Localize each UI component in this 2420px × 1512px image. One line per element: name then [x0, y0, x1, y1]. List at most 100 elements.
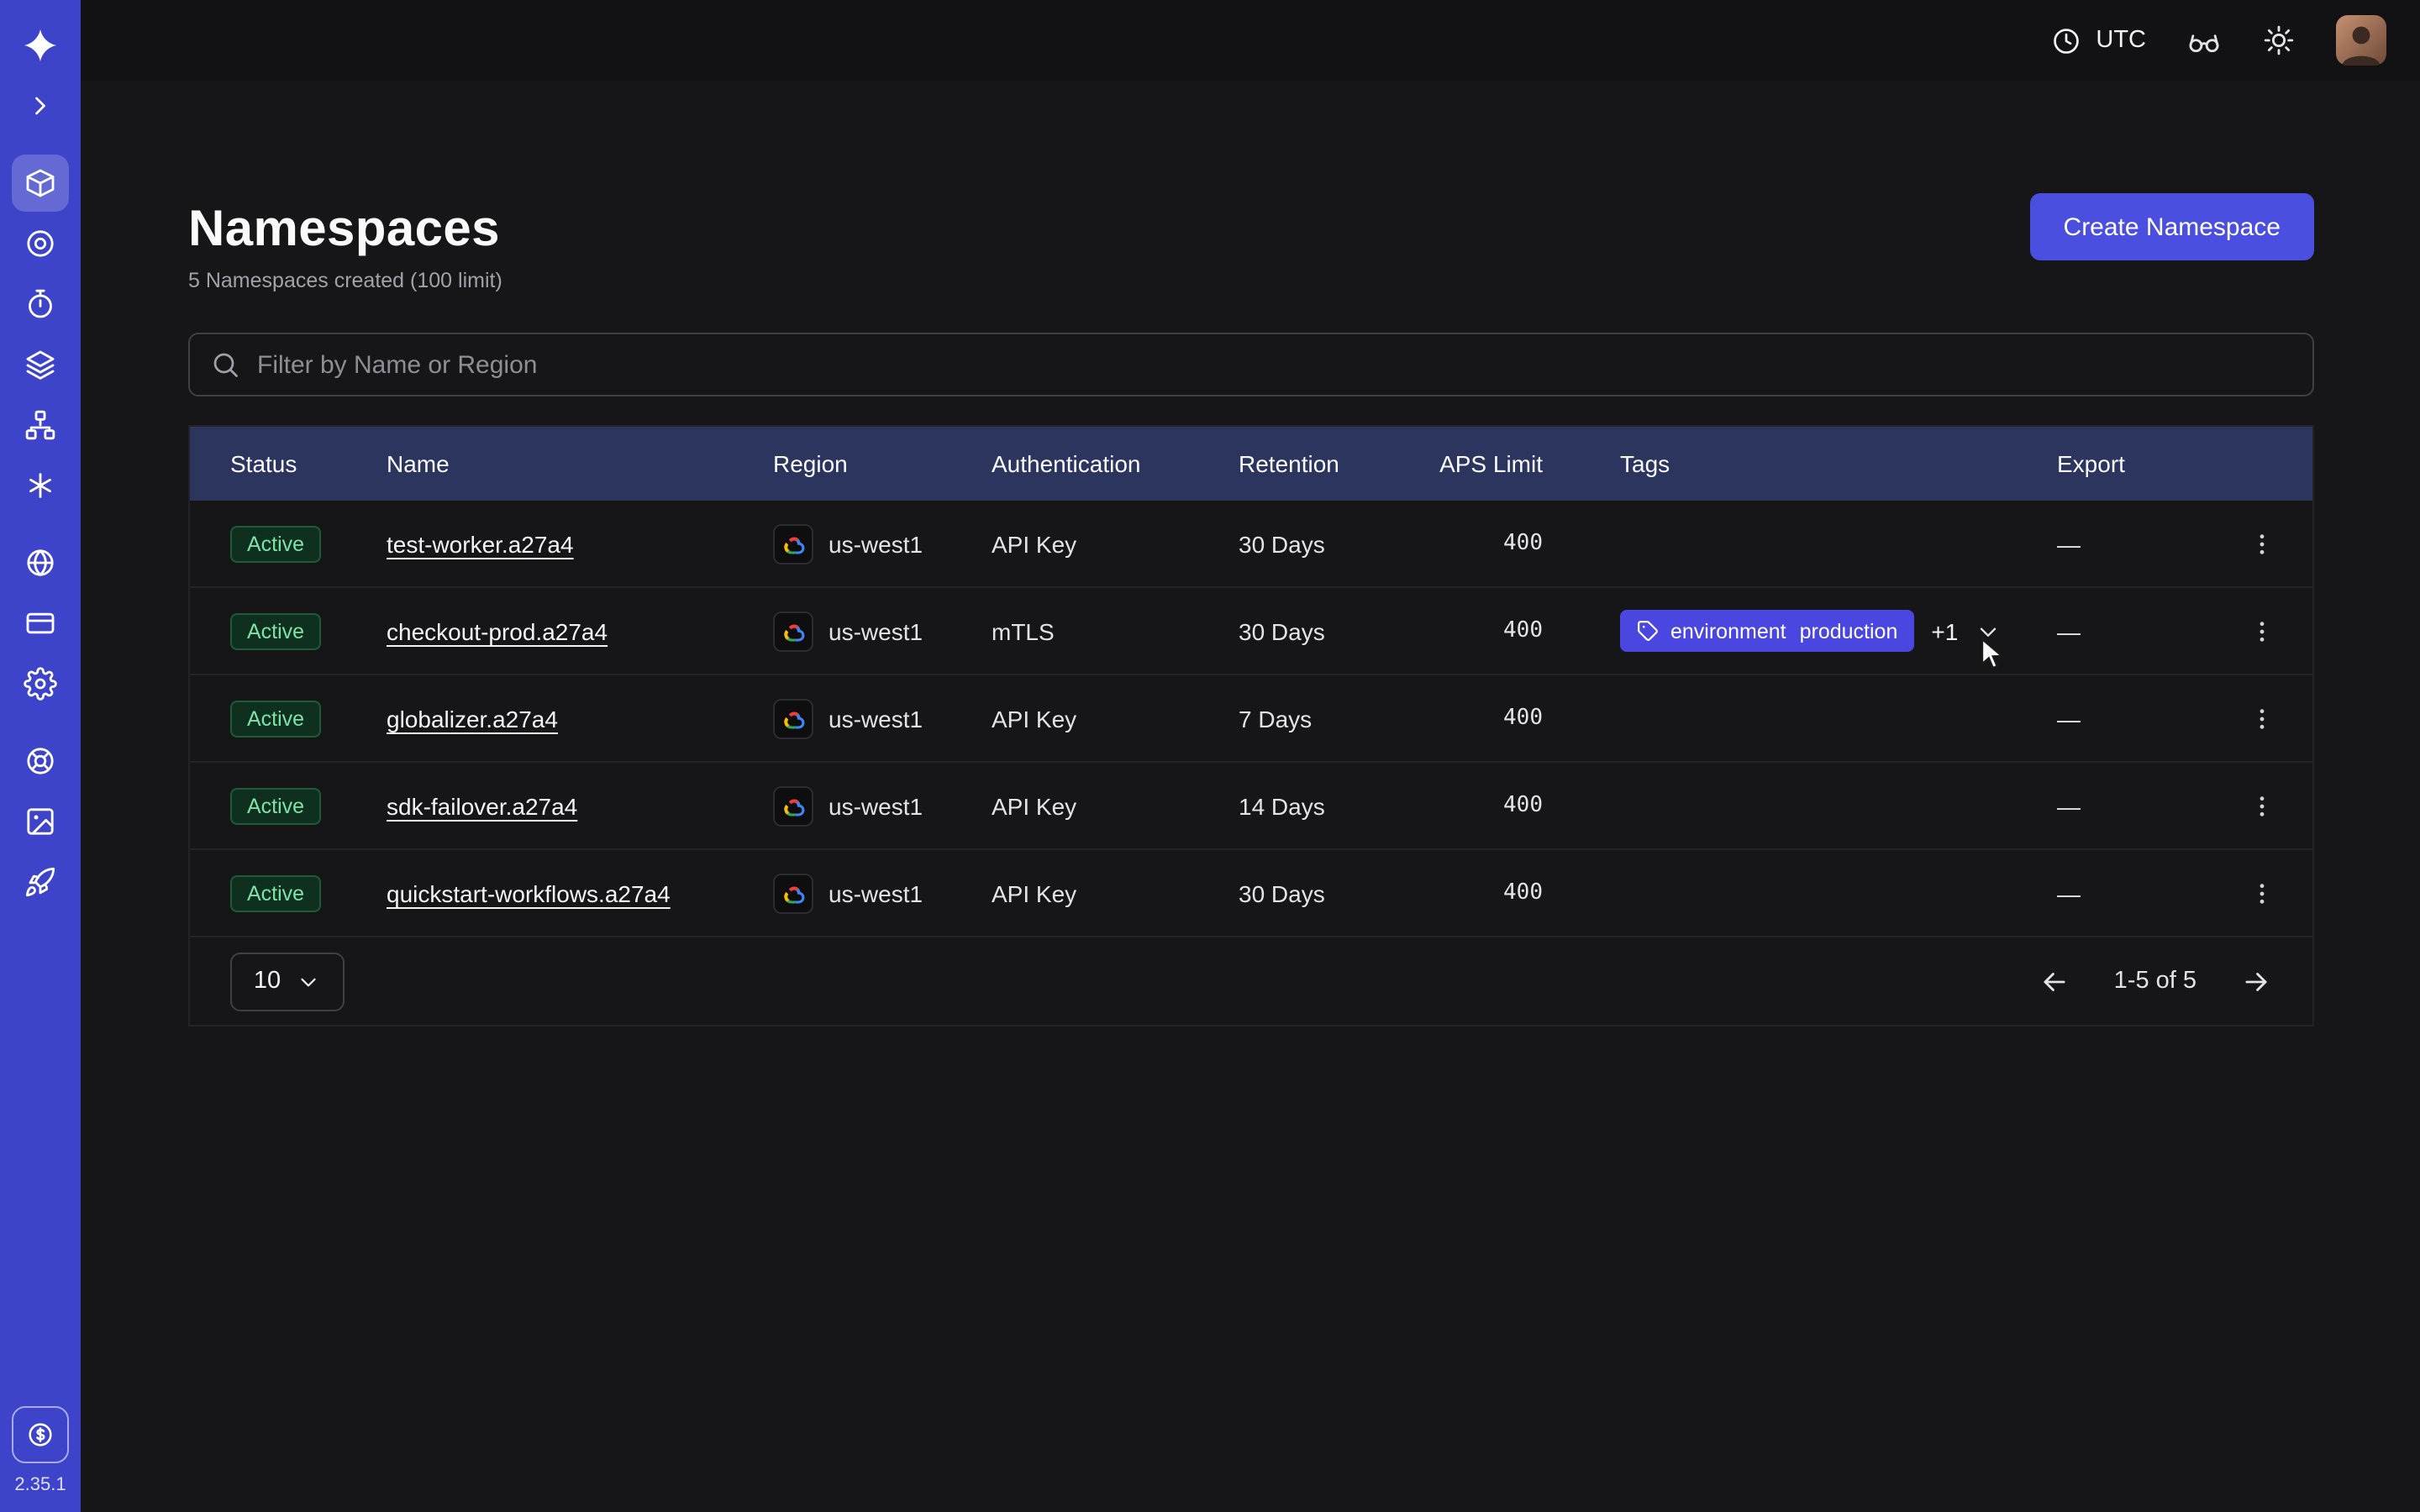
search-icon [210, 349, 240, 380]
topbar: UTC [81, 0, 2420, 81]
table-row: Active test-worker.a27a4 us-west1 API Ke… [190, 501, 2312, 588]
namespace-link[interactable]: quickstart-workflows.a27a4 [387, 879, 671, 906]
next-page-button[interactable] [2240, 965, 2272, 997]
app-window: 2.35.1 UTC Namespaces 5 Namespaces creat… [0, 0, 2420, 1512]
sidebar-item-getting-started[interactable] [12, 853, 69, 911]
temporal-logo-icon[interactable] [12, 17, 69, 74]
image-icon [24, 805, 57, 838]
timezone-label: UTC [2096, 27, 2146, 54]
export-value: — [2057, 705, 2208, 732]
column-header-name: Name [387, 450, 773, 477]
row-menu-button[interactable] [2208, 792, 2314, 819]
retention-label: 7 Days [1239, 705, 1407, 732]
sidebar-item-billing[interactable] [12, 595, 69, 652]
tag-icon [1637, 620, 1659, 642]
page-size-select[interactable]: 10 [230, 952, 345, 1011]
asterisk-icon [24, 469, 57, 502]
aps-limit-value: 400 [1407, 880, 1620, 906]
app-version: 2.35.1 [14, 1475, 66, 1495]
table-header-row: Status Name Region Authentication Retent… [190, 427, 2312, 501]
rocket-icon [24, 865, 57, 899]
sidebar-item-support[interactable] [12, 732, 69, 790]
page-subtitle: 5 Namespaces created (100 limit) [188, 269, 2314, 292]
row-menu-button[interactable] [2208, 705, 2314, 732]
sidebar-item-stacks[interactable] [12, 336, 69, 393]
row-menu-button[interactable] [2208, 879, 2314, 906]
tags-expand-button[interactable] [1975, 617, 2002, 644]
export-value: — [2057, 530, 2208, 557]
sidebar-item-settings[interactable] [12, 655, 69, 712]
gcp-region-icon [773, 873, 813, 913]
namespace-link[interactable]: sdk-failover.a27a4 [387, 792, 577, 819]
region-label: us-west1 [829, 705, 923, 732]
glasses-icon [2186, 23, 2222, 58]
status-badge: Active [230, 874, 321, 911]
sidebar-item-monitor[interactable] [12, 215, 69, 272]
retention-label: 30 Days [1239, 617, 1407, 644]
export-value: — [2057, 792, 2208, 819]
target-icon [24, 227, 57, 260]
sun-icon [2262, 24, 2296, 57]
sidebar-nav: 2.35.1 [0, 0, 81, 1512]
status-badge: Active [230, 700, 321, 737]
timezone-selector[interactable]: UTC [2050, 24, 2146, 56]
clock-icon [2050, 24, 2082, 56]
tag-key: environment [1670, 619, 1786, 643]
dollar-icon [25, 1420, 55, 1450]
table-row: Active globalizer.a27a4 us-west1 API Key… [190, 675, 2312, 763]
namespace-link[interactable]: checkout-prod.a27a4 [387, 617, 608, 644]
namespace-link[interactable]: test-worker.a27a4 [387, 530, 574, 557]
page-size-value: 10 [254, 968, 281, 995]
filter-input[interactable] [188, 333, 2314, 396]
page-range-label: 1-5 of 5 [2114, 968, 2196, 995]
column-header-aps-limit: APS Limit [1407, 450, 1620, 477]
column-header-status: Status [230, 450, 387, 477]
retention-label: 30 Days [1239, 530, 1407, 557]
namespace-link[interactable]: globalizer.a27a4 [387, 705, 558, 732]
sidebar-item-nexus[interactable] [12, 457, 69, 514]
sidebar-item-namespaces[interactable] [12, 155, 69, 212]
sidebar-usage-button[interactable] [12, 1406, 69, 1463]
sidebar-item-regions[interactable] [12, 534, 69, 591]
sidebar-item-workflows[interactable] [12, 396, 69, 454]
sidebar-item-schedules[interactable] [12, 276, 69, 333]
row-menu-button[interactable] [2208, 617, 2314, 644]
aps-limit-value: 400 [1407, 618, 1620, 643]
table-row: Active quickstart-workflows.a27a4 us-wes… [190, 850, 2312, 937]
credit-card-icon [24, 606, 57, 640]
user-avatar[interactable] [2336, 15, 2386, 66]
row-menu-button[interactable] [2208, 530, 2314, 557]
table-row: Active checkout-prod.a27a4 us-west1 mTLS… [190, 588, 2312, 675]
export-value: — [2057, 879, 2208, 906]
column-header-region: Region [773, 450, 992, 477]
retention-label: 30 Days [1239, 879, 1407, 906]
cube-icon [24, 166, 57, 200]
tag-chip[interactable]: environment production [1620, 610, 1914, 652]
auth-label: API Key [992, 705, 1239, 732]
timer-icon [24, 287, 57, 321]
globe-icon [24, 546, 57, 580]
table-row: Active sdk-failover.a27a4 us-west1 API K… [190, 763, 2312, 850]
main-content: Namespaces 5 Namespaces created (100 lim… [81, 81, 2420, 1512]
gcp-region-icon [773, 785, 813, 826]
page-title: Namespaces [188, 202, 2314, 259]
sidebar-item-resources[interactable] [12, 793, 69, 850]
theme-toggle-button[interactable] [2262, 24, 2296, 57]
gcp-region-icon [773, 698, 813, 738]
create-namespace-button[interactable]: Create Namespace [2030, 193, 2314, 260]
arrow-right-icon [2240, 965, 2272, 997]
auth-label: API Key [992, 530, 1239, 557]
sidebar-expand-button[interactable] [12, 77, 69, 134]
chevron-down-icon [296, 969, 321, 994]
retention-label: 14 Days [1239, 792, 1407, 819]
column-header-authentication: Authentication [992, 450, 1239, 477]
table-footer: 10 1-5 of 5 [190, 937, 2312, 1025]
auth-label: mTLS [992, 617, 1239, 644]
lifebuoy-icon [24, 744, 57, 778]
tag-value: production [1800, 619, 1898, 643]
chevron-down-icon [1975, 617, 2002, 644]
region-label: us-west1 [829, 792, 923, 819]
gcp-region-icon [773, 611, 813, 651]
prev-page-button[interactable] [2039, 965, 2070, 997]
labs-toggle-button[interactable] [2186, 23, 2222, 58]
